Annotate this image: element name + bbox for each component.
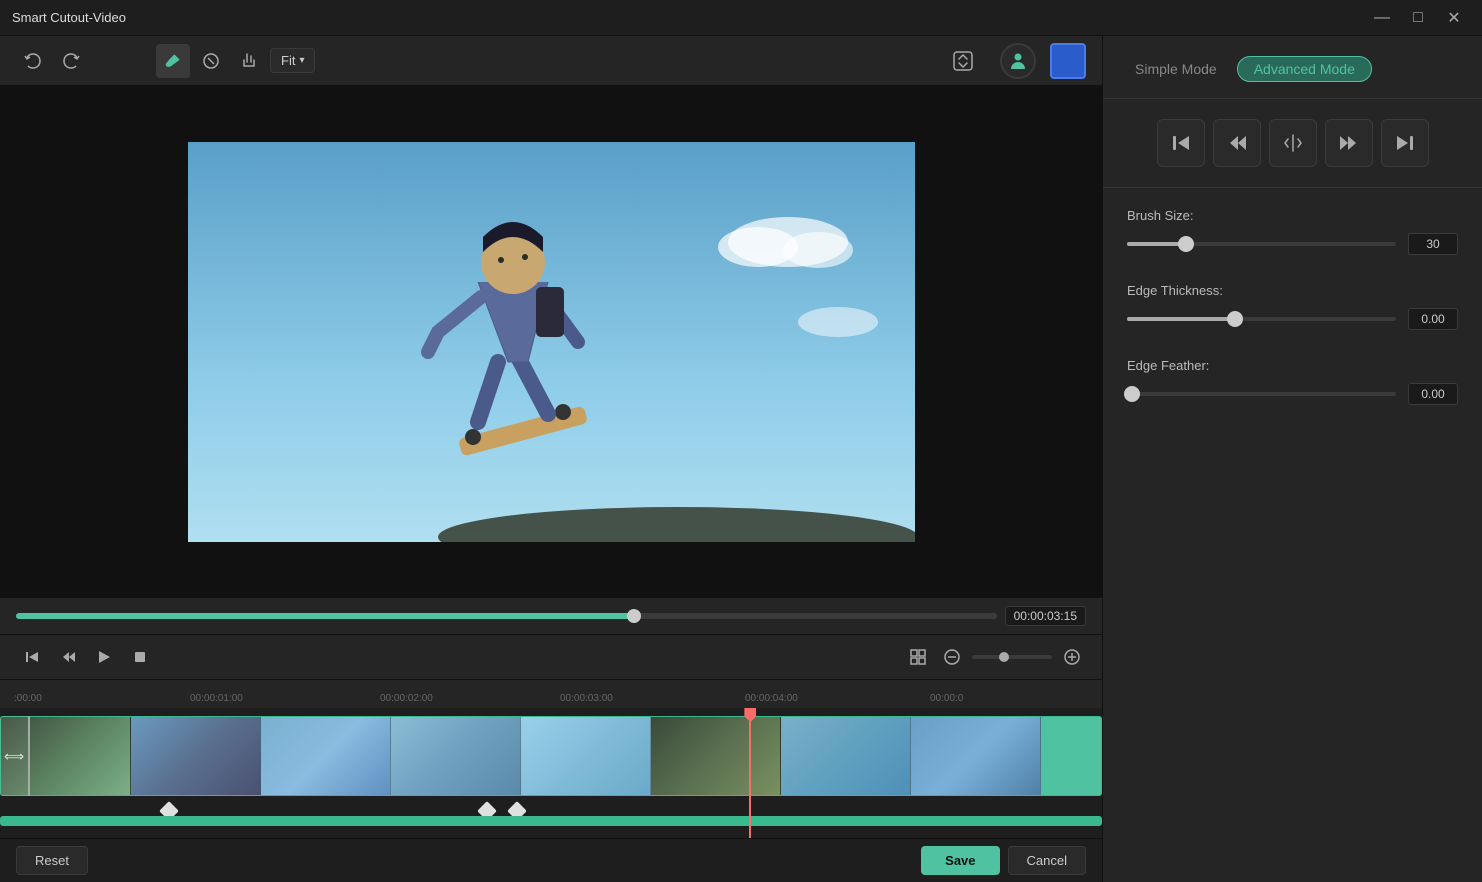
- save-button[interactable]: Save: [921, 846, 999, 875]
- minimize-button[interactable]: —: [1366, 4, 1398, 32]
- edge-thickness-value: 0.00: [1408, 308, 1458, 330]
- title-bar: Smart Cutout-Video — □ ✕: [0, 0, 1482, 36]
- simple-mode-button[interactable]: Simple Mode: [1127, 57, 1225, 81]
- ruler-tick-0: :00:00: [14, 693, 42, 704]
- edge-feather-row: Edge Feather: 0.00: [1127, 358, 1458, 405]
- time-display: 00:00:03:15: [1005, 606, 1086, 626]
- strip-frame-2: [131, 717, 261, 795]
- ruler-tick-2: 00:00:02:00: [380, 693, 433, 704]
- timeline-left-handle[interactable]: ⟺: [0, 716, 30, 796]
- brush-size-slider-row: 30: [1127, 233, 1458, 255]
- zoom-in-button[interactable]: [1058, 643, 1086, 671]
- right-panel: Simple Mode Advanced Mode: [1102, 36, 1482, 882]
- pan-button[interactable]: [232, 44, 266, 78]
- ruler-tick-4: 00:00:04:00: [745, 693, 798, 704]
- ruler-tick-3: 00:00:03:00: [560, 693, 613, 704]
- timeline-playhead[interactable]: [749, 708, 751, 838]
- ruler-tick-1: 00:00:01:00: [190, 693, 243, 704]
- mode-switcher: Simple Mode Advanced Mode: [1103, 36, 1482, 99]
- skip-to-start-button[interactable]: [16, 641, 48, 673]
- brush-size-slider[interactable]: [1127, 242, 1396, 246]
- zoom-controls: [938, 643, 1086, 671]
- settings-section: Brush Size: 30 Edge Thickness:: [1103, 188, 1482, 882]
- editor-area: Fit ▾: [0, 36, 1102, 882]
- edge-feather-label: Edge Feather:: [1127, 358, 1458, 373]
- timeline-section: :00:00 00:00:01:00 00:00:02:00 00:00:03:…: [0, 679, 1102, 838]
- flip-horizontal-button[interactable]: [1269, 119, 1317, 167]
- undo-button[interactable]: [16, 44, 50, 78]
- brush-size-label: Brush Size:: [1127, 208, 1458, 223]
- edge-feather-slider-row: 0.00: [1127, 383, 1458, 405]
- app-title: Smart Cutout-Video: [12, 10, 126, 25]
- bottom-bar: Reset Save Cancel: [0, 838, 1102, 882]
- video-frame: [188, 142, 915, 542]
- paint-brush-button[interactable]: [156, 44, 190, 78]
- edge-feather-slider[interactable]: [1127, 392, 1396, 396]
- eraser-button[interactable]: [194, 44, 228, 78]
- edge-thickness-row: Edge Thickness: 0.00: [1127, 283, 1458, 330]
- progress-bar[interactable]: [16, 613, 997, 619]
- left-handle-arrows: ⟺: [4, 748, 24, 765]
- ruler-tick-5: 00:00:0: [930, 693, 963, 704]
- person-mode-button[interactable]: [1000, 43, 1036, 79]
- brush-size-row: Brush Size: 30: [1127, 208, 1458, 255]
- edge-feather-value: 0.00: [1408, 383, 1458, 405]
- fit-arrow-icon: ▾: [299, 55, 304, 66]
- strip-frame-5: [521, 717, 651, 795]
- edge-thickness-label: Edge Thickness:: [1127, 283, 1458, 298]
- playback-controls: [0, 634, 1102, 679]
- window-controls: — □ ✕: [1366, 4, 1470, 32]
- maximize-button[interactable]: □: [1402, 4, 1434, 32]
- toolbar: Fit ▾: [0, 36, 1102, 86]
- advanced-mode-button[interactable]: Advanced Mode: [1237, 56, 1372, 82]
- layout-button[interactable]: [902, 641, 934, 673]
- strip-frame-6: [651, 717, 781, 795]
- edge-thickness-slider[interactable]: [1127, 317, 1396, 321]
- progress-bar-row: 00:00:03:15: [0, 597, 1102, 634]
- skip-to-end-frame-button[interactable]: [1381, 119, 1429, 167]
- strip-frame-4: [391, 717, 521, 795]
- step-back-button[interactable]: [52, 641, 84, 673]
- strip-frame-7: [781, 717, 911, 795]
- zoom-out-button[interactable]: [938, 643, 966, 671]
- skip-to-start-frame-button[interactable]: [1157, 119, 1205, 167]
- brush-size-value: 30: [1408, 233, 1458, 255]
- strip-frame-3: [261, 717, 391, 795]
- fit-button[interactable]: Fit ▾: [270, 48, 315, 73]
- cancel-button[interactable]: Cancel: [1008, 846, 1086, 875]
- main-layout: Fit ▾: [0, 36, 1482, 882]
- play-button[interactable]: [88, 641, 120, 673]
- edge-thickness-slider-row: 0.00: [1127, 308, 1458, 330]
- stop-button[interactable]: [124, 641, 156, 673]
- timeline-ruler: :00:00 00:00:01:00 00:00:02:00 00:00:03:…: [0, 680, 1102, 708]
- color-swatch-button[interactable]: [1050, 43, 1086, 79]
- timeline-track-area[interactable]: ⟺: [0, 708, 1102, 838]
- strip-frame-8: [911, 717, 1041, 795]
- step-fwd-frame-button[interactable]: [1325, 119, 1373, 167]
- zoom-slider[interactable]: [972, 655, 1052, 659]
- swap-button[interactable]: [946, 44, 980, 78]
- timeline-bottom-bar: [0, 816, 1102, 826]
- video-container: [0, 86, 1102, 597]
- reset-button[interactable]: Reset: [16, 846, 88, 875]
- bottom-right-buttons: Save Cancel: [921, 846, 1086, 875]
- video-strip: [0, 716, 1102, 796]
- close-button[interactable]: ✕: [1438, 4, 1470, 32]
- fit-label: Fit: [281, 53, 295, 68]
- redo-button[interactable]: [54, 44, 88, 78]
- frame-controls: [1103, 99, 1482, 188]
- step-back-frame-button[interactable]: [1213, 119, 1261, 167]
